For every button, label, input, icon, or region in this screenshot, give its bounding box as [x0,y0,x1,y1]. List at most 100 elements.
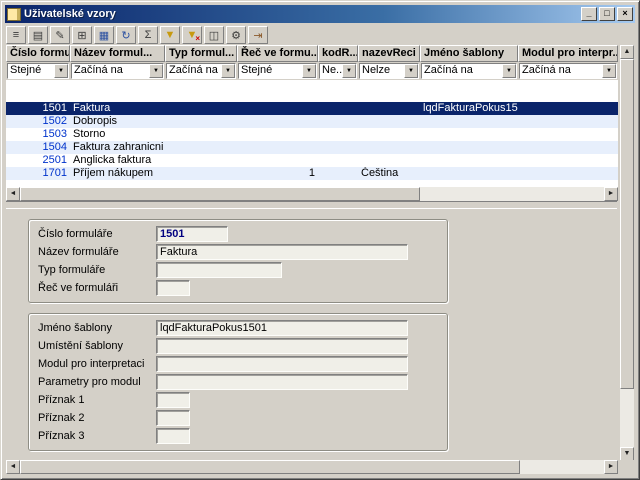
filter-combo-2[interactable]: Začíná na▼ [166,63,236,79]
combo-arrow-icon[interactable]: ▼ [342,64,356,78]
combo-arrow-icon[interactable]: ▼ [302,64,316,78]
grid-cell[interactable] [318,141,358,154]
grid-cell[interactable] [318,102,358,115]
grid-cell[interactable] [165,154,237,167]
filter-combo-3[interactable]: Stejné▼ [238,63,317,79]
grid-row-1504[interactable]: 1504Faktura zahranicni [6,141,618,154]
scroll-right-icon[interactable]: ► [604,460,618,474]
combo-arrow-icon[interactable]: ▼ [404,64,418,78]
grid-cell[interactable]: 1501 [6,102,70,115]
column-header-3[interactable]: Řeč ve formu... [237,45,318,62]
grid-cell[interactable] [420,154,518,167]
modul-pro-interpretaci-field[interactable] [156,356,408,372]
grid-cell[interactable] [318,128,358,141]
grid-cell[interactable] [358,141,420,154]
filter-combo-5[interactable]: Nelze▼ [359,63,419,79]
typ-formulare-field[interactable] [156,262,282,278]
combo-arrow-icon[interactable]: ▼ [221,64,235,78]
grid-cell[interactable] [518,115,618,128]
grid-cell[interactable] [518,141,618,154]
grid-cell[interactable] [358,128,420,141]
grid-cell[interactable]: Příjem nákupem [70,167,165,180]
grid-cell[interactable] [358,102,420,115]
bottom-hscrollbar[interactable]: ◄ ► [6,460,618,474]
grid-hscrollbar[interactable]: ◄ ► [6,187,618,201]
combo-arrow-icon[interactable]: ▼ [54,64,68,78]
filter-icon[interactable]: ▼ [160,26,180,44]
hscroll-thumb[interactable] [20,460,520,474]
grid-cell[interactable] [165,115,237,128]
grid-cell[interactable] [165,141,237,154]
grid-cell[interactable]: Anglicka faktura [70,154,165,167]
grid-cell[interactable]: 1502 [6,115,70,128]
combo-arrow-icon[interactable]: ▼ [149,64,163,78]
grid-cell[interactable] [420,167,518,180]
grid-cell[interactable] [518,167,618,180]
grid-cell[interactable]: Storno [70,128,165,141]
scroll-right-icon[interactable]: ► [604,187,618,201]
column-header-0[interactable]: Číslo formul... [6,45,70,62]
column-header-7[interactable]: Modul pro interpr... [518,45,618,62]
new-record-icon[interactable]: ⊞ [72,26,92,44]
grid-cell[interactable] [518,102,618,115]
grid-cell[interactable]: Faktura zahranicni [70,141,165,154]
splitter[interactable] [6,201,617,209]
refresh-icon[interactable]: ↻ [116,26,136,44]
grid-cell[interactable] [318,167,358,180]
data-menu-icon[interactable]: ≡ [6,26,26,44]
column-header-1[interactable]: Název formul... [70,45,165,62]
grid-cell[interactable] [420,128,518,141]
grid-cell[interactable]: lqdFakturaPokus1501 [420,102,518,115]
combo-arrow-icon[interactable]: ▼ [502,64,516,78]
grid-row-1502[interactable]: 1502Dobropis [6,115,618,128]
grid-cell[interactable] [237,141,318,154]
grid-cell[interactable] [237,154,318,167]
umisteni-sablony-field[interactable] [156,338,408,354]
filter-combo-6[interactable]: Začíná na▼ [421,63,517,79]
grid-cell[interactable] [518,128,618,141]
grid-cell[interactable] [237,115,318,128]
edit-record-icon[interactable]: ✎ [50,26,70,44]
filter-combo-4[interactable]: Ne...▼ [319,63,357,79]
hscroll-thumb[interactable] [20,187,420,201]
scroll-left-icon[interactable]: ◄ [6,460,20,474]
priznak-2-field[interactable] [156,410,190,426]
scroll-down-icon[interactable]: ▼ [620,447,634,461]
grid-row-1701[interactable]: 1701Příjem nákupem1Čeština [6,167,618,180]
grid-cell[interactable]: 1 [237,167,318,180]
grid-spacer-row[interactable] [6,80,618,102]
filter-combo-1[interactable]: Začíná na▼ [71,63,164,79]
grid-row-1501[interactable]: 1501Faktura lqdFakturaPokus1501 [6,102,618,115]
title-bar[interactable]: Uživatelské vzory _ □ × [5,5,635,23]
filter-combo-0[interactable]: Stejné▼ [7,63,69,79]
column-header-6[interactable]: Jméno šablony [420,45,518,62]
columns-icon[interactable]: ◫ [204,26,224,44]
scroll-left-icon[interactable]: ◄ [6,187,20,201]
close-button[interactable]: × [617,7,633,21]
grid-cell[interactable]: 1701 [6,167,70,180]
grid-cell[interactable]: 1503 [6,128,70,141]
detail-view-icon[interactable]: ▤ [28,26,48,44]
grid-cell[interactable] [237,128,318,141]
filter-clear-icon[interactable]: ▼× [182,26,202,44]
grid-row-2501[interactable]: 2501Anglicka faktura [6,154,618,167]
filter-combo-7[interactable]: Začíná na▼ [519,63,617,79]
jmeno-sablony-field[interactable]: lqdFakturaPokus1501 [156,320,408,336]
sum-icon[interactable]: Σ [138,26,158,44]
grid-cell[interactable] [318,115,358,128]
combo-arrow-icon[interactable]: ▼ [602,64,616,78]
grid-cell[interactable]: Dobropis [70,115,165,128]
column-header-2[interactable]: Typ formul... [165,45,237,62]
parametry-pro-modul-field[interactable] [156,374,408,390]
nazev-formulare-field[interactable]: Faktura [156,244,408,260]
minimize-button[interactable]: _ [581,7,597,21]
grid-row-1503[interactable]: 1503Storno [6,128,618,141]
grid-cell[interactable] [237,102,318,115]
grid-cell[interactable]: Faktura [70,102,165,115]
cislo-formulare-field[interactable]: 1501 [156,226,228,242]
grid-cell[interactable] [420,115,518,128]
column-header-4[interactable]: kodR... [318,45,358,62]
grid-cell[interactable]: 1504 [6,141,70,154]
grid-cell[interactable] [165,102,237,115]
grid-cell[interactable] [318,154,358,167]
